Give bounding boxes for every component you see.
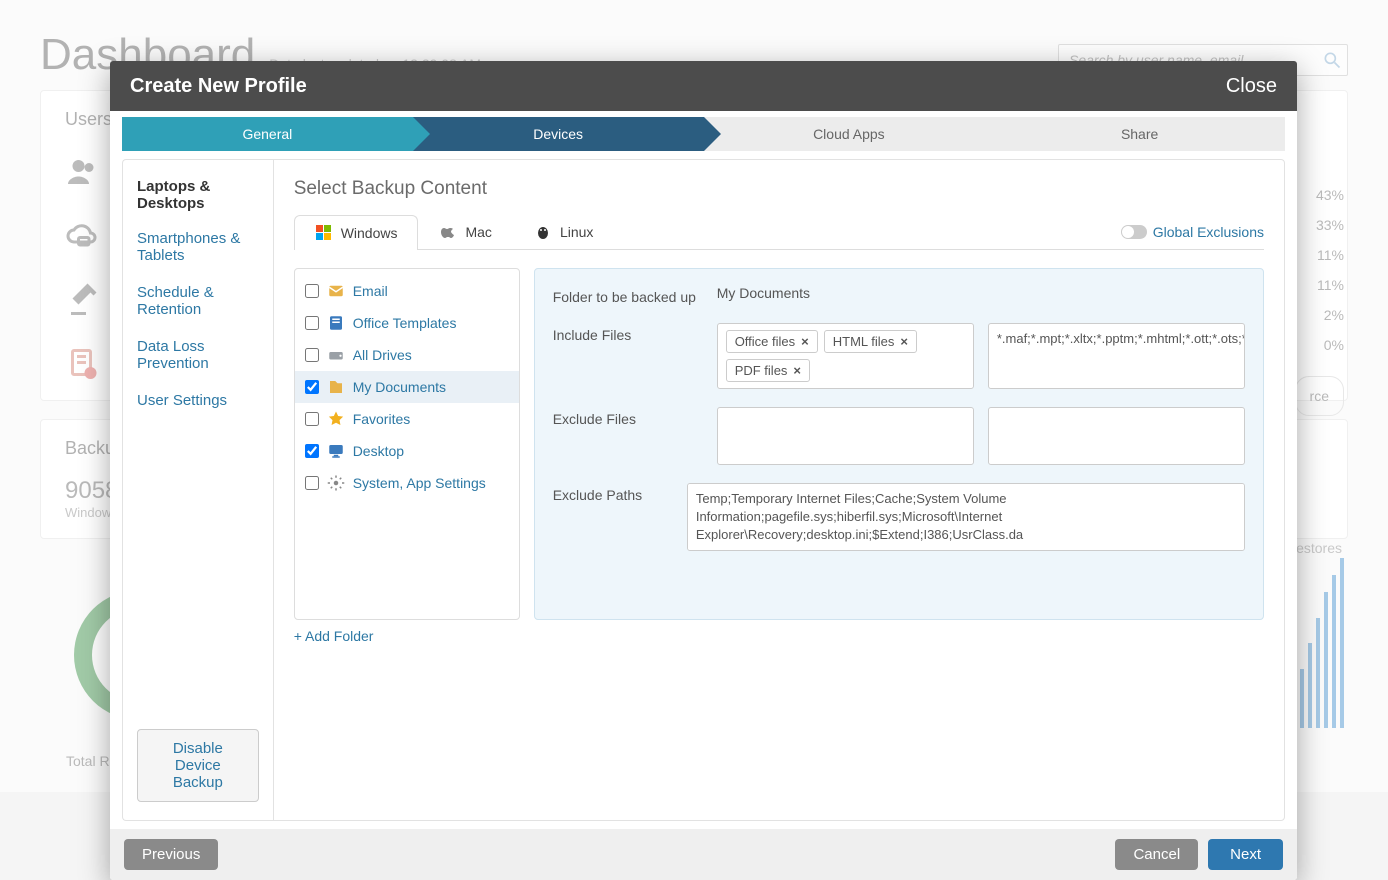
close-button[interactable]: Close [1226, 75, 1277, 98]
users-icon [65, 154, 101, 190]
exclude-extensions[interactable] [988, 407, 1245, 465]
include-chipbox[interactable]: Office files× HTML files× PDF files× [717, 323, 974, 389]
gavel-icon [65, 282, 101, 318]
folder-checkbox[interactable] [305, 412, 319, 426]
folder-label: System, App Settings [353, 475, 486, 491]
wizard-steps: General Devices Cloud Apps Share [122, 117, 1285, 151]
exclude-paths-input[interactable] [687, 483, 1245, 551]
nav-usersettings[interactable]: User Settings [137, 392, 259, 409]
step-share[interactable]: Share [994, 117, 1285, 151]
tab-windows[interactable]: Windows [294, 215, 419, 250]
folder-item-favorites[interactable]: Favorites [295, 403, 519, 435]
folder-item-office-templates[interactable]: Office Templates [295, 307, 519, 339]
backup-details-panel: Folder to be backed up My Documents Incl… [534, 268, 1264, 620]
folder-item-desktop[interactable]: Desktop [295, 435, 519, 467]
folder-list: Email Office Templates All Drives My Doc… [294, 268, 520, 620]
office-icon [327, 314, 345, 332]
folder-checkbox[interactable] [305, 476, 319, 490]
folder-item-email[interactable]: Email [295, 275, 519, 307]
search-icon[interactable] [1322, 50, 1342, 70]
include-extensions[interactable]: *.maf;*.mpt;*.xltx;*.pptm;*.mhtml;*.ott;… [988, 323, 1245, 389]
step-devices[interactable]: Devices [413, 117, 704, 151]
desktop-icon [327, 442, 345, 460]
exclude-paths-label: Exclude Paths [553, 483, 673, 551]
exclude-chipbox[interactable] [717, 407, 974, 465]
chip-remove-icon[interactable]: × [801, 334, 809, 349]
disable-backup-button[interactable]: Disable Device Backup [137, 729, 259, 802]
chip-remove-icon[interactable]: × [793, 363, 801, 378]
add-folder-link[interactable]: + Add Folder [294, 628, 374, 644]
drive-icon [327, 346, 345, 364]
tab-linux[interactable]: Linux [513, 214, 614, 249]
nav-smartphones[interactable]: Smartphones & Tablets [137, 230, 259, 264]
next-button[interactable]: Next [1208, 839, 1283, 870]
cloud-icon [65, 218, 101, 254]
global-exclusions-toggle[interactable]: Global Exclusions [1121, 224, 1264, 240]
windows-icon [315, 224, 333, 242]
nav-schedule[interactable]: Schedule & Retention [137, 284, 259, 318]
folder-label: Folder to be backed up [553, 285, 703, 305]
mac-icon [439, 223, 457, 241]
settings-nav: Laptops & Desktops Smartphones & Tablets… [122, 159, 273, 821]
previous-button[interactable]: Previous [124, 839, 218, 870]
tab-mac[interactable]: Mac [418, 214, 512, 249]
include-chip[interactable]: Office files× [726, 330, 818, 353]
modal-title: Create New Profile [130, 75, 307, 98]
chip-remove-icon[interactable]: × [900, 334, 908, 349]
cancel-button[interactable]: Cancel [1115, 839, 1198, 870]
create-profile-modal: Create New Profile Close General Devices… [110, 61, 1297, 880]
toggle-icon [1121, 225, 1147, 239]
star-icon [327, 410, 345, 428]
folder-value: My Documents [717, 285, 810, 305]
summary-button[interactable]: rce [1295, 376, 1344, 416]
folder-item-system-app-settings[interactable]: System, App Settings [295, 467, 519, 499]
step-general[interactable]: General [122, 117, 413, 151]
folder-checkbox[interactable] [305, 284, 319, 298]
folder-checkbox[interactable] [305, 316, 319, 330]
folder-item-my-documents[interactable]: My Documents [295, 371, 519, 403]
nav-dlp[interactable]: Data Loss Prevention [137, 338, 259, 372]
activities-chart [1292, 558, 1344, 728]
mail-icon [327, 282, 345, 300]
include-chip[interactable]: PDF files× [726, 359, 810, 382]
step-cloud[interactable]: Cloud Apps [704, 117, 995, 151]
include-label: Include Files [553, 323, 703, 389]
nav-heading: Laptops & Desktops [137, 178, 259, 212]
summary-list: 43% 33% 11% 11% 2% 0% rce [1295, 180, 1344, 416]
folder-label: Office Templates [353, 315, 457, 331]
folder-label: Favorites [353, 411, 411, 427]
gear-icon [327, 474, 345, 492]
folder-checkbox[interactable] [305, 444, 319, 458]
folder-label: All Drives [353, 347, 412, 363]
folder-label: Desktop [353, 443, 404, 459]
folder-item-all-drives[interactable]: All Drives [295, 339, 519, 371]
folder-label: Email [353, 283, 388, 299]
include-chip[interactable]: HTML files× [824, 330, 917, 353]
folder-label: My Documents [353, 379, 446, 395]
folder-checkbox[interactable] [305, 348, 319, 362]
linux-icon [534, 223, 552, 241]
exclude-label: Exclude Files [553, 407, 703, 465]
folder-checkbox[interactable] [305, 380, 319, 394]
document-alert-icon [65, 346, 101, 382]
content-title: Select Backup Content [294, 178, 1264, 200]
doc-icon [327, 378, 345, 396]
